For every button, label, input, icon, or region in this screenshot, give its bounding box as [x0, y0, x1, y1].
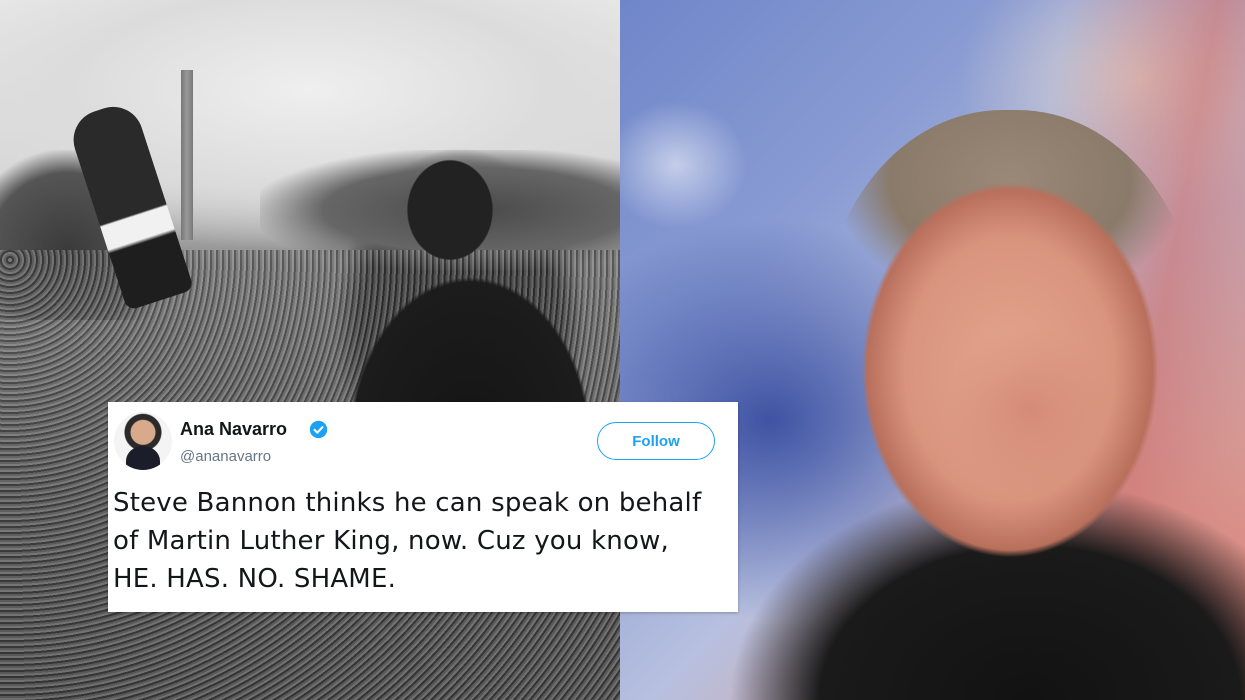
tweet-card: Ana Navarro @ananavarro Follow Steve Ban… — [108, 402, 738, 612]
tweet-text: Steve Bannon thinks he can speak on beha… — [113, 484, 733, 598]
monument — [181, 70, 193, 240]
tweet-text-line: of Martin Luther King, now. Cuz you know… — [113, 526, 670, 556]
flag-star — [620, 90, 760, 240]
follow-button[interactable]: Follow — [597, 422, 715, 460]
tweet-text-line: HE. HAS. NO. SHAME. — [113, 564, 397, 594]
verified-badge-icon — [309, 420, 328, 439]
avatar[interactable] — [114, 412, 172, 470]
tweet-text-line: Steve Bannon thinks he can speak on beha… — [113, 488, 702, 518]
person-head — [820, 110, 1200, 580]
display-name[interactable]: Ana Navarro — [180, 419, 287, 440]
handle[interactable]: @ananavarro — [180, 448, 271, 465]
